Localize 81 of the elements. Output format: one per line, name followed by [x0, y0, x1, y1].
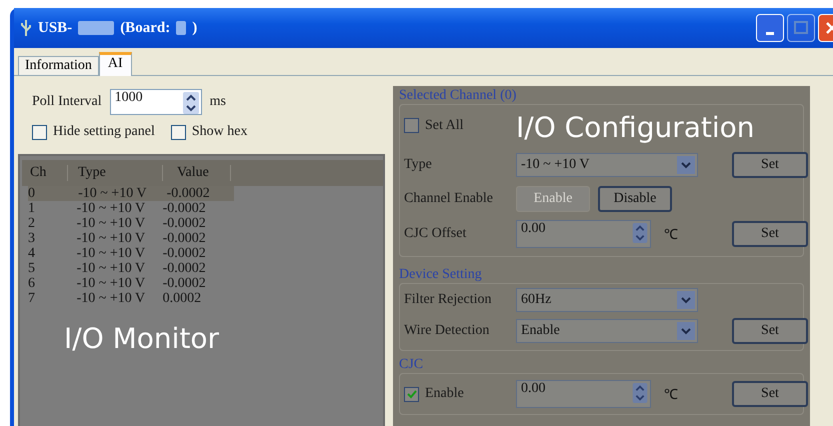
- field-label: Channel Enable: [404, 191, 494, 207]
- table-cell-text: -0.0002: [166, 186, 211, 201]
- minimize-icon: [766, 32, 774, 34]
- setting-dropdown[interactable]: 60Hz: [516, 288, 698, 312]
- table-cell-text: 1: [28, 201, 36, 216]
- table-cell-text: 0.0002: [162, 291, 202, 306]
- set-button[interactable]: Set: [732, 152, 808, 178]
- redaction-block: [78, 21, 114, 35]
- column-header[interactable]: Ch: [22, 165, 68, 181]
- table-cell-text: -10 ~ +10 V: [76, 231, 146, 246]
- cjc-value-field[interactable]: 0.00: [516, 380, 651, 408]
- table-cell-text: -10 ~ +10 V: [76, 276, 146, 291]
- poll-interval-label: Poll Interval: [32, 94, 102, 110]
- tab[interactable]: Information: [18, 56, 99, 75]
- minimize-button[interactable]: [756, 14, 784, 42]
- column-header[interactable]: Type: [68, 165, 163, 181]
- table-row[interactable]: 1 -10 ~ +10 V -0.0002: [22, 201, 228, 216]
- group-title: Device Setting: [399, 267, 482, 283]
- checkbox-label[interactable]: Show hex: [192, 124, 248, 140]
- window-title: (Board:: [120, 20, 170, 36]
- table-row[interactable]: 6 -10 ~ +10 V -0.0002: [22, 276, 228, 291]
- checkbox[interactable]: [32, 124, 47, 140]
- column-header[interactable]: Value: [163, 165, 231, 181]
- table-cell-text: -10 ~ +10 V: [76, 246, 146, 261]
- checkbox[interactable]: [404, 118, 419, 133]
- table-cell-text: -10 ~ +10 V: [76, 201, 146, 216]
- table-cell-text: -10 ~ +10 V: [76, 216, 146, 231]
- table-cell-text: 2: [28, 216, 36, 231]
- set-button[interactable]: Set: [732, 318, 808, 344]
- unit-label: ℃: [663, 227, 679, 244]
- toggle-button[interactable]: Disable: [598, 186, 672, 212]
- field-label: CJC Offset: [404, 226, 468, 242]
- checkbox-label[interactable]: Hide setting panel: [53, 124, 155, 140]
- table-cell-text: -0.0002: [162, 216, 207, 231]
- table-cell-text: -10 ~ +10 V: [78, 186, 148, 201]
- table-row[interactable]: 4 -10 ~ +10 V -0.0002: [22, 246, 228, 261]
- table-cell-text: -10 ~ +10 V: [76, 261, 146, 276]
- table-cell-text: 3: [28, 231, 36, 246]
- redaction-block: [176, 21, 186, 35]
- table-cell-text: 0: [28, 186, 36, 201]
- table-row[interactable]: 0 -10 ~ +10 V -0.0002: [28, 186, 234, 201]
- table-cell-text: 6: [28, 276, 36, 291]
- annotation-label: I/O Monitor: [64, 322, 220, 355]
- unit-label: ms: [210, 94, 226, 110]
- table-cell-text: -0.0002: [162, 201, 207, 216]
- window-title: ): [192, 20, 198, 36]
- poll-interval-field[interactable]: 1000: [110, 89, 202, 115]
- table-cell-text: 5: [28, 261, 36, 276]
- table-row[interactable]: 2 -10 ~ +10 V -0.0002: [22, 216, 228, 231]
- field-label: Type: [404, 157, 433, 173]
- type-dropdown[interactable]: -10 ~ +10 V: [516, 153, 698, 177]
- checkbox-label[interactable]: Set All: [425, 118, 464, 134]
- table-cell-text: -0.0002: [162, 261, 207, 276]
- window-title: USB-: [38, 20, 72, 36]
- table-cell-text: -10 ~ +10 V: [76, 291, 146, 306]
- tab[interactable]: AI: [98, 52, 132, 76]
- table-cell-text: -0.0002: [162, 276, 207, 291]
- group-title: CJC: [399, 357, 424, 373]
- spin-arrows-icon[interactable]: [182, 92, 199, 114]
- setting-dropdown[interactable]: Enable: [516, 319, 698, 343]
- table-row[interactable]: 3 -10 ~ +10 V -0.0002: [22, 231, 228, 246]
- maximize-icon: [794, 21, 808, 35]
- annotation-label: I/O Configuration: [516, 111, 755, 144]
- set-button[interactable]: Set: [732, 221, 808, 247]
- checkbox-label[interactable]: Enable: [425, 386, 464, 402]
- table-row[interactable]: 5 -10 ~ +10 V -0.0002: [22, 261, 228, 276]
- table-cell-text: 7: [28, 291, 36, 306]
- field-label: Wire Detection: [404, 323, 490, 339]
- maximize-button[interactable]: [787, 14, 815, 42]
- cjc-offset-field[interactable]: 0.00: [516, 220, 651, 248]
- group-title: Selected Channel (0): [399, 88, 516, 104]
- set-button[interactable]: Set: [732, 381, 808, 407]
- table-cell-text: -0.0002: [162, 246, 207, 261]
- table-row[interactable]: 7 -10 ~ +10 V 0.0002: [22, 291, 228, 306]
- table-cell-text: -0.0002: [162, 231, 207, 246]
- unit-label: ℃: [663, 387, 679, 404]
- table-cell-text: 4: [28, 246, 36, 261]
- field-label: Filter Rejection: [404, 292, 492, 308]
- checkbox[interactable]: [404, 386, 419, 402]
- usb-icon: [20, 19, 32, 37]
- checkbox[interactable]: [170, 124, 186, 140]
